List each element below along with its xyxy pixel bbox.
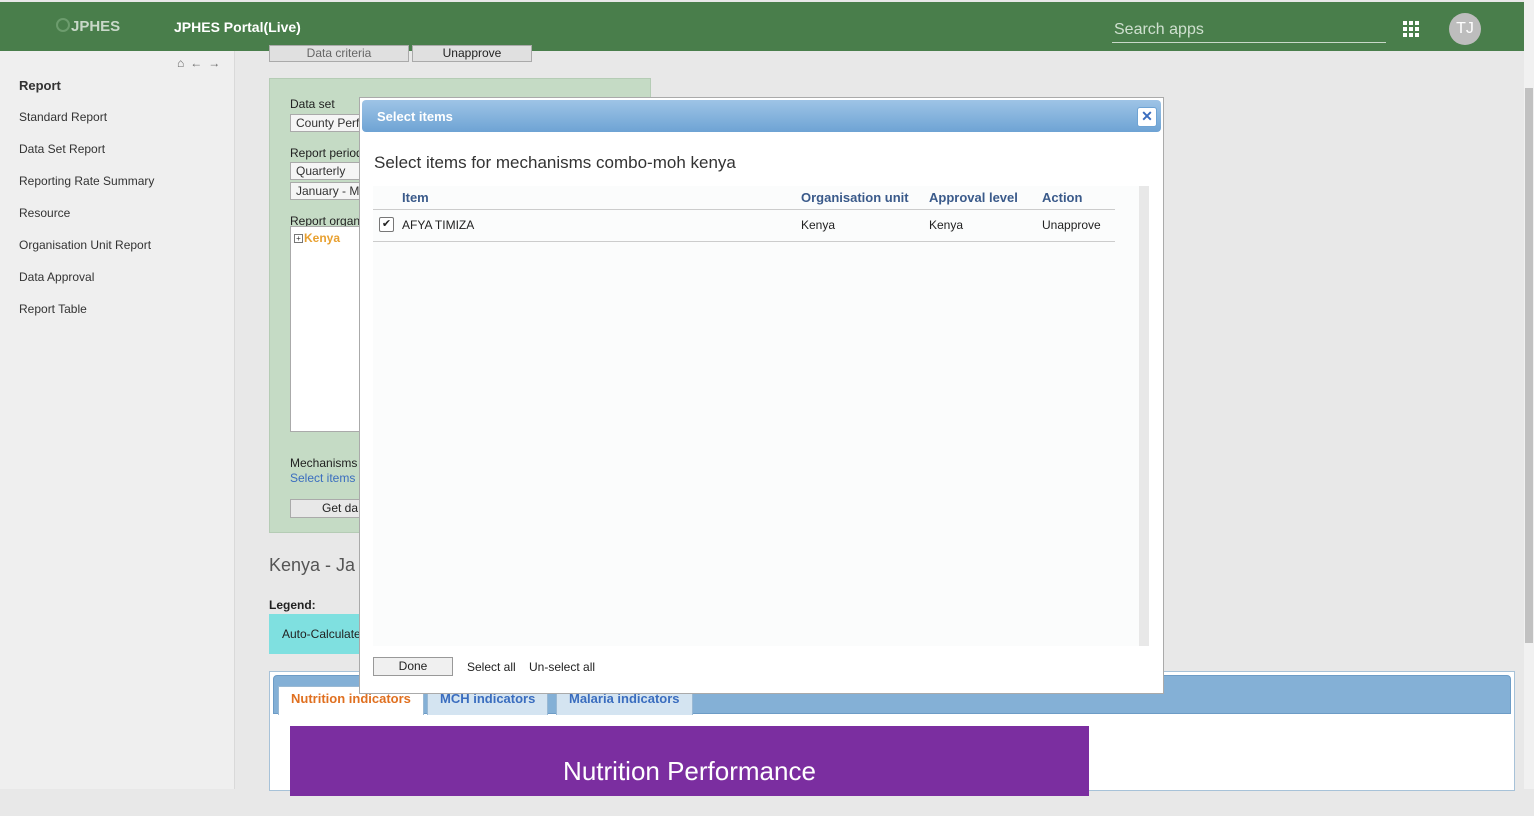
nutrition-performance-banner: Nutrition Performance [290,726,1089,796]
row-approval-level: Kenya [929,218,964,232]
select-items-link[interactable]: Select items [290,471,355,485]
column-header-approval-level: Approval level [929,190,1018,205]
column-header-action: Action [1042,190,1083,205]
unapprove-top-button[interactable]: Unapprove [412,45,532,62]
sidebar-item-data-approval[interactable]: Data Approval [19,270,154,302]
select-all-button[interactable]: Select all [467,660,516,674]
search-apps-input[interactable] [1112,17,1386,43]
dialog-list-area [373,186,1149,646]
sidebar-item-organisation-unit-report[interactable]: Organisation Unit Report [19,238,154,270]
forward-arrow-icon[interactable]: → [208,56,226,70]
report-period-label: Report period [290,146,363,160]
row-divider [373,241,1115,242]
sidebar-item-resource[interactable]: Resource [19,206,154,238]
dialog-scrollbar[interactable] [1139,186,1149,646]
page-scrollbar[interactable] [1524,0,1534,789]
mechanisms-label: Mechanisms [290,456,358,470]
home-icon[interactable]: ⌂ [177,56,190,70]
dialog-title-bar[interactable]: Select items [362,100,1161,132]
apps-grid-icon[interactable] [1403,21,1419,37]
sidebar-item-data-set-report[interactable]: Data Set Report [19,142,154,174]
expand-plus-icon[interactable]: + [294,234,303,243]
data-set-label: Data set [290,97,335,111]
column-header-item: Item [402,190,429,205]
column-header-organisation-unit: Organisation unit [801,190,909,205]
sidebar-item-standard-report[interactable]: Standard Report [19,110,154,142]
data-criteria-button[interactable]: Data criteria [269,45,409,62]
row-org-unit: Kenya [801,218,836,232]
sidebar-heading-report: Report [19,78,61,93]
dialog-title: Select items [377,109,453,124]
header-divider [373,209,1115,210]
row-checkbox[interactable]: ✔ [379,217,394,232]
report-heading: Kenya - Ja [269,555,356,575]
scrollbar-thumb[interactable] [1525,88,1533,643]
unselect-all-button[interactable]: Un-select all [529,660,595,674]
legend-label: Legend: [269,598,316,612]
sidebar-item-reporting-rate-summary[interactable]: Reporting Rate Summary [19,174,154,206]
sidebar-menu: Report Standard Report Data Set Report R… [19,78,154,334]
back-arrow-icon[interactable]: ← [190,56,208,70]
app-title: JPHES Portal(Live) [174,19,301,35]
dialog-heading: Select items for mechanisms combo-moh ke… [374,153,736,172]
logo-icon [56,18,70,32]
sidebar-item-report-table[interactable]: Report Table [19,302,154,334]
row-item: AFYA TIMIZA [402,218,475,232]
nav-arrows: ⌂←→ [177,56,226,70]
row-action: Unapprove [1042,218,1101,232]
top-header: JPHES JPHES Portal(Live) TJ [0,2,1524,51]
done-button[interactable]: Done [373,657,453,676]
tree-node-kenya[interactable]: + Kenya [294,231,340,245]
app-logo[interactable]: JPHES [56,18,120,35]
sidebar: ⌂←→ Report Standard Report Data Set Repo… [0,51,235,789]
dialog-close-icon[interactable]: ✕ [1137,107,1157,127]
org-unit-tree: + Kenya [290,226,370,432]
user-avatar[interactable]: TJ [1449,13,1481,45]
